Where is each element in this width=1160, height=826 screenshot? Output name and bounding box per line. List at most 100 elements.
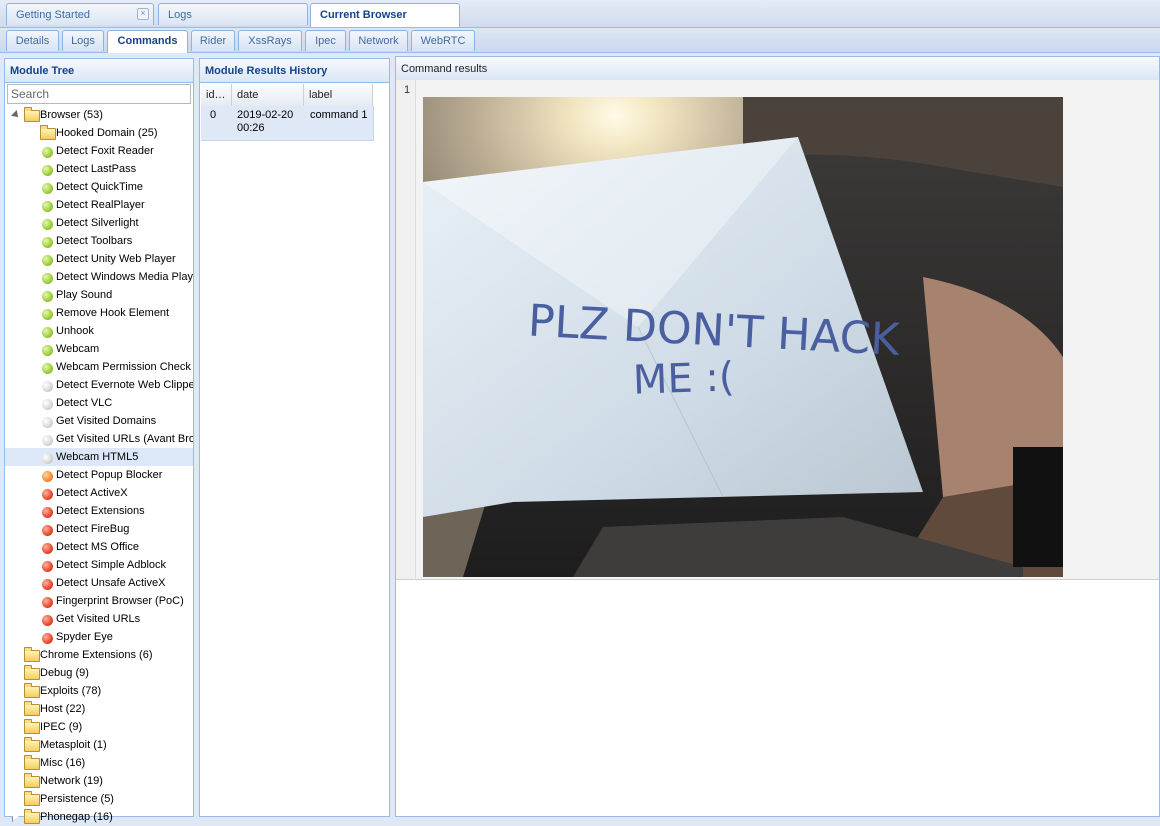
tree-item-label: Detect Unsafe ActiveX bbox=[56, 577, 166, 589]
search-input[interactable] bbox=[7, 84, 191, 104]
tree-folder[interactable]: Debug (9) bbox=[5, 664, 193, 682]
collapsed-arrow-icon[interactable] bbox=[12, 776, 19, 786]
subtab-label: Ipec bbox=[315, 35, 336, 47]
tree-module[interactable]: Detect FireBug bbox=[5, 520, 193, 538]
subtab-commands[interactable]: Commands bbox=[107, 30, 188, 53]
green-status-icon bbox=[42, 345, 53, 356]
tree-module[interactable]: Unhook bbox=[5, 322, 193, 340]
tab-current-browser[interactable]: Current Browser bbox=[310, 3, 460, 27]
green-status-icon bbox=[42, 273, 53, 284]
tree-folder[interactable]: Hooked Domain (25) bbox=[5, 124, 193, 142]
green-status-icon bbox=[42, 183, 53, 194]
tree-item-label: IPEC (9) bbox=[40, 721, 83, 733]
tree-item-label: Unhook bbox=[56, 325, 94, 337]
subtab-rider[interactable]: Rider bbox=[191, 30, 235, 51]
tree-module[interactable]: Detect Evernote Web Clipper bbox=[5, 376, 193, 394]
tree-module[interactable]: Detect Unsafe ActiveX bbox=[5, 574, 193, 592]
tree-module[interactable]: Play Sound bbox=[5, 286, 193, 304]
folder-icon bbox=[24, 107, 40, 122]
column-header-id[interactable]: id… bbox=[201, 84, 232, 106]
tree-item-label: Get Visited Domains bbox=[56, 415, 157, 427]
tree-folder[interactable]: Misc (16) bbox=[5, 754, 193, 772]
subtab-details[interactable]: Details bbox=[6, 30, 59, 51]
tree-module[interactable]: Detect Toolbars bbox=[5, 232, 193, 250]
collapsed-arrow-icon[interactable] bbox=[12, 740, 19, 750]
tree-module[interactable]: Get Visited URLs (Avant Browser) bbox=[5, 430, 193, 448]
tree-item-label: Detect Unity Web Player bbox=[56, 253, 176, 265]
collapsed-arrow-icon[interactable] bbox=[12, 812, 19, 822]
tree-module[interactable]: Detect ActiveX bbox=[5, 484, 193, 502]
tree-item-label: Detect QuickTime bbox=[56, 181, 144, 193]
folder-icon bbox=[24, 683, 40, 698]
tree-module[interactable]: Webcam HTML5 bbox=[5, 448, 193, 466]
tab-getting-started[interactable]: Getting Started × bbox=[6, 3, 154, 25]
green-status-icon bbox=[42, 327, 53, 338]
collapsed-arrow-icon[interactable] bbox=[12, 794, 19, 804]
close-icon[interactable]: × bbox=[137, 8, 149, 20]
collapsed-arrow-icon[interactable] bbox=[12, 686, 19, 696]
cell-date: 2019-02-20 00:26 bbox=[237, 109, 294, 134]
tree-module[interactable]: Detect Extensions bbox=[5, 502, 193, 520]
grey-status-icon bbox=[42, 381, 53, 392]
tree-folder[interactable]: IPEC (9) bbox=[5, 718, 193, 736]
grey-status-icon bbox=[42, 435, 53, 446]
tree-folder[interactable]: Persistence (5) bbox=[5, 790, 193, 808]
cell-label: command 1 bbox=[310, 109, 368, 121]
column-header-date[interactable]: date bbox=[232, 84, 304, 106]
tree-folder[interactable]: Exploits (78) bbox=[5, 682, 193, 700]
tree-module[interactable]: Detect LastPass bbox=[5, 160, 193, 178]
folder-icon bbox=[24, 719, 40, 734]
tree-module[interactable]: Fingerprint Browser (PoC) bbox=[5, 592, 193, 610]
tree-module[interactable]: Webcam bbox=[5, 340, 193, 358]
red-status-icon bbox=[42, 561, 53, 572]
tab-logs[interactable]: Logs bbox=[158, 3, 308, 25]
collapsed-arrow-icon[interactable] bbox=[12, 722, 19, 732]
tree-module[interactable]: Detect Windows Media Player bbox=[5, 268, 193, 286]
tree-module[interactable]: Detect Silverlight bbox=[5, 214, 193, 232]
tree-folder[interactable]: Phonegap (16) bbox=[5, 808, 193, 826]
tree-module[interactable]: Detect MS Office bbox=[5, 538, 193, 556]
collapsed-arrow-icon[interactable] bbox=[12, 668, 19, 678]
tree-module[interactable]: Remove Hook Element bbox=[5, 304, 193, 322]
red-status-icon bbox=[42, 633, 53, 644]
tree-folder[interactable]: Metasploit (1) bbox=[5, 736, 193, 754]
subtab-logs[interactable]: Logs bbox=[62, 30, 104, 51]
tree-item-label: Detect Toolbars bbox=[56, 235, 133, 247]
tree-item-label: Play Sound bbox=[56, 289, 113, 301]
tree-folder[interactable]: Host (22) bbox=[5, 700, 193, 718]
column-header-label[interactable]: label bbox=[304, 84, 373, 106]
results-body: 1 PLZ DON'T HACK ME:( bbox=[396, 80, 1159, 580]
collapsed-arrow-icon[interactable] bbox=[12, 758, 19, 768]
subtab-webrtc[interactable]: WebRTC bbox=[411, 30, 475, 51]
tree-module[interactable]: Detect VLC bbox=[5, 394, 193, 412]
tree-module[interactable]: Get Visited URLs bbox=[5, 610, 193, 628]
collapsed-arrow-icon[interactable] bbox=[12, 704, 19, 714]
table-row[interactable]: 0 2019-02-20 00:26 command 1 bbox=[201, 106, 374, 141]
tree-module[interactable]: Webcam Permission Check bbox=[5, 358, 193, 376]
tree-item-label: Webcam bbox=[56, 343, 100, 355]
tree-folder[interactable]: Network (19) bbox=[5, 772, 193, 790]
image-text-line2: ME :( bbox=[632, 354, 735, 404]
tree-module[interactable]: Detect Unity Web Player bbox=[5, 250, 193, 268]
subtab-xssrays[interactable]: XssRays bbox=[238, 30, 302, 51]
tree-module[interactable]: Detect Simple Adblock bbox=[5, 556, 193, 574]
tree-item-label: Webcam Permission Check bbox=[56, 361, 191, 373]
collapsed-arrow-icon[interactable] bbox=[12, 650, 19, 660]
tree-module[interactable]: Detect QuickTime bbox=[5, 178, 193, 196]
expanded-arrow-icon[interactable] bbox=[11, 110, 21, 120]
tree-module[interactable]: Detect Popup Blocker bbox=[5, 466, 193, 484]
tree-folder[interactable]: Browser (53) bbox=[5, 106, 193, 124]
tree-module[interactable]: Detect Foxit Reader bbox=[5, 142, 193, 160]
collapsed-arrow-icon[interactable] bbox=[28, 128, 35, 138]
tree-folder[interactable]: Chrome Extensions (6) bbox=[5, 646, 193, 664]
subtab-ipec[interactable]: Ipec bbox=[305, 30, 346, 51]
subtab-network[interactable]: Network bbox=[349, 30, 408, 51]
tree-item-label: Exploits (78) bbox=[40, 685, 102, 697]
green-status-icon bbox=[42, 201, 53, 212]
tree-module[interactable]: Detect RealPlayer bbox=[5, 196, 193, 214]
tab-label: Logs bbox=[168, 9, 192, 21]
tree-module[interactable]: Get Visited Domains bbox=[5, 412, 193, 430]
tree-module[interactable]: Spyder Eye bbox=[5, 628, 193, 646]
green-status-icon bbox=[42, 363, 53, 374]
folder-icon bbox=[24, 665, 40, 680]
